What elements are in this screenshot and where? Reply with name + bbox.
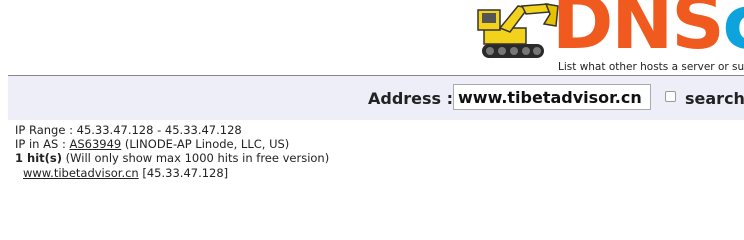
ip-range-value: 45.33.47.128 - 45.33.47.128 — [76, 123, 242, 137]
address-input[interactable] — [453, 84, 651, 110]
address-label: Address : — [368, 89, 454, 108]
host-link[interactable]: www.tibetadvisor.cn — [23, 166, 139, 180]
ip-range-label: IP Range : — [15, 123, 73, 137]
asn-link[interactable]: AS63949 — [69, 137, 121, 151]
ip-range-line: IP Range : 45.33.47.128 - 45.33.47.128 — [15, 123, 329, 137]
ip-as-label: IP in AS : — [15, 137, 66, 152]
host-ip: [45.33.47.128] — [142, 165, 229, 180]
address-search-bar: Address : search — [8, 76, 744, 120]
logo-text-accent: c — [723, 0, 744, 66]
logo-wordmark: DNSc — [552, 0, 744, 60]
site-logo[interactable]: DNSc — [470, 0, 744, 70]
site-tagline: List what other hosts a server or su — [558, 61, 744, 73]
asn-description: (LINODE-AP Linode, LLC, US) — [124, 137, 290, 152]
search-checkbox[interactable] — [665, 91, 676, 102]
results-panel: IP Range : 45.33.47.128 - 45.33.47.128 I… — [15, 123, 329, 180]
logo-text-main: DNS — [552, 0, 725, 66]
excavator-icon — [477, 3, 559, 58]
search-label[interactable]: search — [685, 89, 744, 108]
hits-note: (Will only show max 1000 hits in free ve… — [65, 151, 330, 166]
hits-count: 1 hit(s) — [15, 151, 62, 166]
host-row: www.tibetadvisor.cn [45.33.47.128] — [15, 166, 329, 180]
ip-as-line: IP in AS : AS63949 (LINODE-AP Linode, LL… — [15, 137, 329, 151]
hits-line: 1 hit(s) (Will only show max 1000 hits i… — [15, 151, 329, 165]
